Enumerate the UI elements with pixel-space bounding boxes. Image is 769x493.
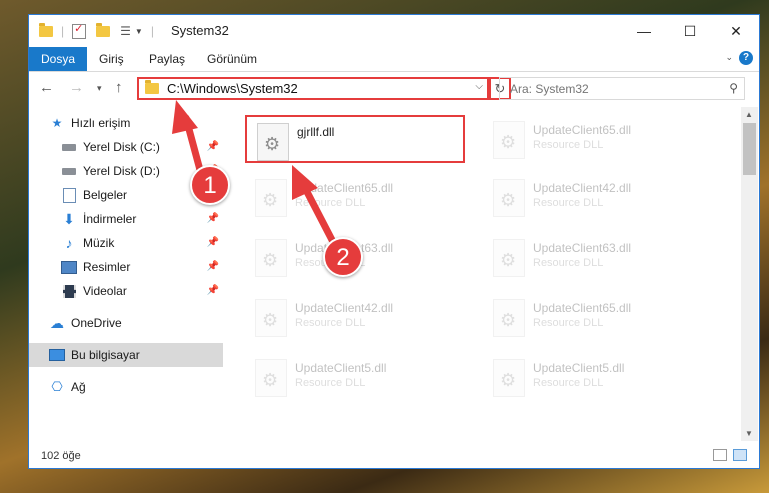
step-badge-1: 1 [190,165,230,205]
annotation-arrow-2 [292,165,336,244]
step-badge-2: 2 [323,237,363,277]
annotation-arrows [172,100,336,244]
annotation-arrow-1 [172,100,204,174]
